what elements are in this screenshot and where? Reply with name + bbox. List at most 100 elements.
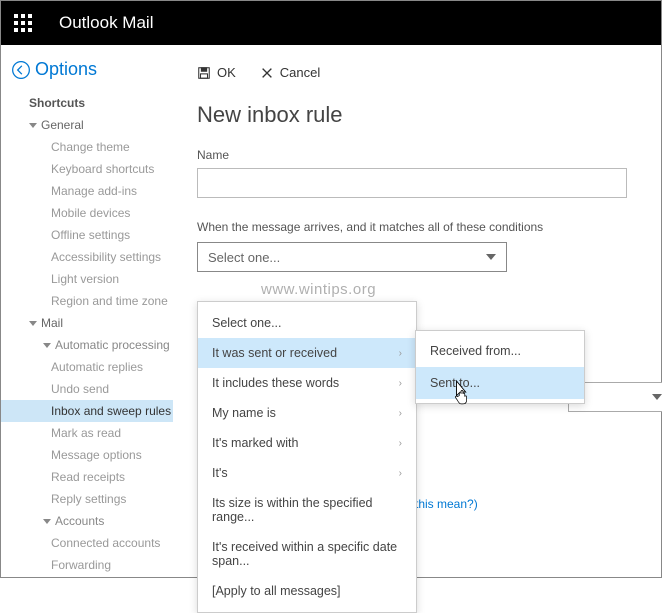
sidebar-item[interactable]: Undo send bbox=[1, 378, 173, 400]
menu-item-label: Its size is within the specified range..… bbox=[212, 496, 402, 524]
sidebar-item-label: Reply settings bbox=[51, 492, 126, 506]
menu-item[interactable]: Its size is within the specified range..… bbox=[198, 488, 416, 532]
sidebar-item-label: Accounts bbox=[55, 514, 104, 528]
sidebar-item[interactable]: Message options bbox=[1, 444, 173, 466]
options-back[interactable]: Options bbox=[1, 59, 173, 80]
sidebar-item[interactable]: Light version bbox=[1, 268, 173, 290]
sidebar-item[interactable]: Offline settings bbox=[1, 224, 173, 246]
caret-icon bbox=[29, 321, 37, 326]
conditions-label: When the message arrives, and it matches… bbox=[197, 220, 637, 234]
sidebar-item-label: Undo send bbox=[51, 382, 109, 396]
sidebar-item[interactable]: Inbox and sweep rules bbox=[1, 400, 173, 422]
sidebar-item-label: Manage add-ins bbox=[51, 184, 137, 198]
sidebar-item-label: Connected accounts bbox=[51, 536, 160, 550]
sidebar-item[interactable]: Accounts bbox=[1, 510, 173, 532]
chevron-right-icon: › bbox=[399, 438, 402, 449]
sidebar-item-label: Read receipts bbox=[51, 470, 125, 484]
sidebar-item[interactable]: Automatic processing bbox=[1, 334, 173, 356]
condition-submenu: Received from... Sent to... bbox=[415, 330, 585, 404]
sidebar-item[interactable]: POP and IMAP bbox=[1, 576, 173, 577]
main-panel: OK Cancel New inbox rule Name When the m… bbox=[173, 45, 661, 577]
sidebar-item-label: Automatic replies bbox=[51, 360, 143, 374]
sidebar-item-label: Message options bbox=[51, 448, 142, 462]
page-title: New inbox rule bbox=[197, 102, 637, 128]
menu-item-label: It was sent or received bbox=[212, 346, 337, 360]
sidebar-item-label: Automatic processing bbox=[55, 338, 170, 352]
sidebar-item-label: Mark as read bbox=[51, 426, 121, 440]
chevron-down-icon bbox=[486, 254, 496, 260]
menu-item[interactable]: It's › bbox=[198, 458, 416, 488]
sidebar-item[interactable]: Read receipts bbox=[1, 466, 173, 488]
menu-item-label: It's received within a specific date spa… bbox=[212, 540, 402, 568]
sidebar-item[interactable]: General bbox=[1, 114, 173, 136]
sidebar-item[interactable]: Mail bbox=[1, 312, 173, 334]
sidebar-item[interactable]: Manage add-ins bbox=[1, 180, 173, 202]
options-label: Options bbox=[35, 59, 97, 80]
submenu-item-label: Received from... bbox=[430, 344, 521, 358]
condition-dropdown[interactable]: Select one... bbox=[197, 242, 507, 272]
menu-item-label: It's marked with bbox=[212, 436, 298, 450]
sidebar-item[interactable]: Forwarding bbox=[1, 554, 173, 576]
submenu-item[interactable]: Received from... bbox=[416, 335, 584, 367]
caret-icon bbox=[29, 123, 37, 128]
sidebar-item-label: Shortcuts bbox=[29, 96, 85, 110]
sidebar-item[interactable]: Region and time zone bbox=[1, 290, 173, 312]
sidebar-item[interactable]: Shortcuts bbox=[1, 92, 173, 114]
chevron-right-icon: › bbox=[399, 348, 402, 359]
name-label: Name bbox=[197, 148, 637, 162]
chevron-right-icon: › bbox=[399, 468, 402, 479]
sidebar-item-label: Mail bbox=[41, 316, 63, 330]
app-header: Outlook Mail bbox=[1, 1, 661, 45]
submenu-item-label: Sent to... bbox=[430, 376, 480, 390]
menu-item-label: It's bbox=[212, 466, 228, 480]
toolbar: OK Cancel bbox=[197, 65, 637, 80]
chevron-right-icon: › bbox=[399, 378, 402, 389]
back-arrow-icon bbox=[11, 60, 31, 80]
sidebar-item[interactable]: Connected accounts bbox=[1, 532, 173, 554]
sidebar-item-label: Keyboard shortcuts bbox=[51, 162, 154, 176]
chevron-right-icon: › bbox=[399, 408, 402, 419]
sidebar-item-label: Accessibility settings bbox=[51, 250, 161, 264]
sidebar-item-label: Offline settings bbox=[51, 228, 130, 242]
menu-item[interactable]: It includes these words › bbox=[198, 368, 416, 398]
sidebar: Options Shortcuts General Change theme Keyb… bbox=[1, 45, 173, 577]
sidebar-item-label: General bbox=[41, 118, 84, 132]
menu-item-label: It includes these words bbox=[212, 376, 339, 390]
close-icon bbox=[260, 66, 274, 80]
menu-item[interactable]: It was sent or received › bbox=[198, 338, 416, 368]
condition-menu: Select one...It was sent or received›It … bbox=[197, 301, 417, 613]
menu-item[interactable]: It's received within a specific date spa… bbox=[198, 532, 416, 576]
sidebar-item-label: Change theme bbox=[51, 140, 130, 154]
ok-button[interactable]: OK bbox=[197, 65, 236, 80]
dropdown-placeholder: Select one... bbox=[208, 250, 280, 265]
sidebar-item[interactable]: Mark as read bbox=[1, 422, 173, 444]
menu-item[interactable]: It's marked with › bbox=[198, 428, 416, 458]
sidebar-item[interactable]: Accessibility settings bbox=[1, 246, 173, 268]
menu-item-label: My name is bbox=[212, 406, 276, 420]
menu-item[interactable]: [Apply to all messages] bbox=[198, 576, 416, 606]
sidebar-item-label: Mobile devices bbox=[51, 206, 130, 220]
menu-item-label: Select one... bbox=[212, 316, 282, 330]
sidebar-item-label: Inbox and sweep rules bbox=[51, 404, 171, 418]
menu-item[interactable]: My name is › bbox=[198, 398, 416, 428]
cancel-button[interactable]: Cancel bbox=[260, 65, 320, 80]
sidebar-item[interactable]: Reply settings bbox=[1, 488, 173, 510]
menu-item[interactable]: Select one... bbox=[198, 308, 416, 338]
app-launcher-icon[interactable] bbox=[1, 1, 45, 45]
sidebar-item[interactable]: Automatic replies bbox=[1, 356, 173, 378]
submenu-item[interactable]: Sent to... bbox=[416, 367, 584, 399]
rule-name-input[interactable] bbox=[197, 168, 627, 198]
caret-icon bbox=[43, 519, 51, 524]
save-icon bbox=[197, 66, 211, 80]
sidebar-item[interactable]: Keyboard shortcuts bbox=[1, 158, 173, 180]
sidebar-item[interactable]: Mobile devices bbox=[1, 202, 173, 224]
menu-item-label: [Apply to all messages] bbox=[212, 584, 341, 598]
sidebar-item-label: Light version bbox=[51, 272, 119, 286]
sidebar-item-label: Region and time zone bbox=[51, 294, 168, 308]
help-link[interactable]: this mean?) bbox=[415, 497, 478, 511]
chevron-down-icon bbox=[652, 394, 662, 400]
sidebar-item-label: Forwarding bbox=[51, 558, 111, 572]
app-title: Outlook Mail bbox=[59, 13, 153, 33]
sidebar-item[interactable]: Change theme bbox=[1, 136, 173, 158]
caret-icon bbox=[43, 343, 51, 348]
